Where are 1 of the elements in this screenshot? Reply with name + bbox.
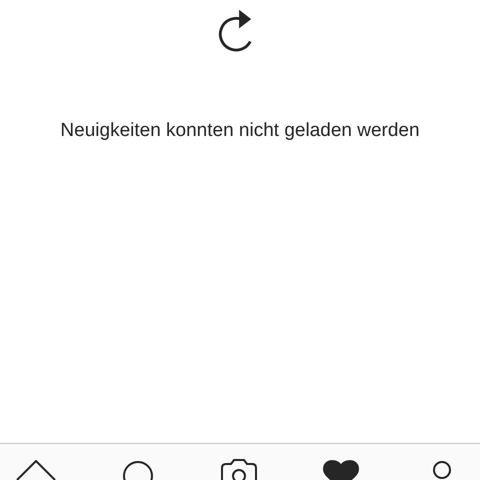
error-message: Neuigkeiten konnten nicht geladen werden — [60, 120, 420, 142]
